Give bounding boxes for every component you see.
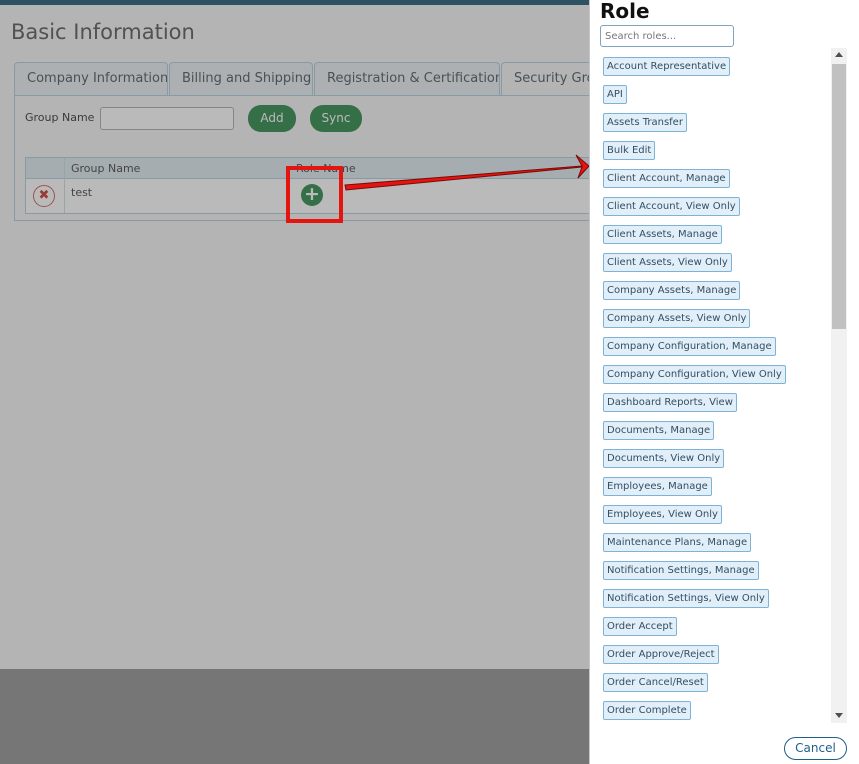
- role-option-documents-manage[interactable]: Documents, Manage: [603, 421, 715, 440]
- list-item: Order Complete: [603, 698, 833, 726]
- list-item: Account Representative: [603, 54, 833, 82]
- role-option-notification-settings-manage[interactable]: Notification Settings, Manage: [603, 561, 759, 580]
- role-option-order-complete[interactable]: Order Complete: [603, 701, 691, 720]
- list-item: Client Assets, View Only: [603, 250, 833, 278]
- list-item: Maintenance Plans, Manage: [603, 530, 833, 558]
- list-item: Order Accept: [603, 614, 833, 642]
- list-item: API: [603, 82, 833, 110]
- list-item: Assets Transfer: [603, 110, 833, 138]
- role-option-assets-transfer[interactable]: Assets Transfer: [603, 113, 687, 132]
- dialog-title: Role: [600, 0, 650, 23]
- role-list-scrollbar[interactable]: [831, 48, 847, 723]
- role-option-client-account-view-only[interactable]: Client Account, View Only: [603, 197, 740, 216]
- list-item: Notification Settings, Manage: [603, 558, 833, 586]
- scroll-up-arrow-icon[interactable]: [835, 52, 843, 57]
- role-option-account-representative[interactable]: Account Representative: [603, 57, 731, 76]
- scrollbar-thumb[interactable]: [832, 64, 846, 329]
- list-item: Company Assets, Manage: [603, 278, 833, 306]
- list-item: Notification Settings, View Only: [603, 586, 833, 614]
- list-item: Dashboard Reports, View: [603, 390, 833, 418]
- role-option-dashboard-reports-view[interactable]: Dashboard Reports, View: [603, 393, 737, 412]
- list-item: Documents, Manage: [603, 418, 833, 446]
- role-option-order-cancel-reset[interactable]: Order Cancel/Reset: [603, 673, 708, 692]
- list-item: Client Account, Manage: [603, 166, 833, 194]
- list-item: Order Cancel/Reset: [603, 670, 833, 698]
- role-option-client-assets-view-only[interactable]: Client Assets, View Only: [603, 253, 732, 272]
- role-option-employees-view-only[interactable]: Employees, View Only: [603, 505, 722, 524]
- role-option-notification-settings-view-only[interactable]: Notification Settings, View Only: [603, 589, 769, 608]
- list-item: Order Approve/Reject: [603, 642, 833, 670]
- list-item: Company Configuration, View Only: [603, 362, 833, 390]
- role-option-company-configuration-manage[interactable]: Company Configuration, Manage: [603, 337, 776, 356]
- role-option-company-assets-view-only[interactable]: Company Assets, View Only: [603, 309, 751, 328]
- role-option-bulk-edit[interactable]: Bulk Edit: [603, 141, 656, 160]
- role-option-client-assets-manage[interactable]: Client Assets, Manage: [603, 225, 722, 244]
- list-item: Documents, View Only: [603, 446, 833, 474]
- list-item: Bulk Edit: [603, 138, 833, 166]
- role-option-client-account-manage[interactable]: Client Account, Manage: [603, 169, 730, 188]
- list-item: Client Account, View Only: [603, 194, 833, 222]
- list-item: Client Assets, Manage: [603, 222, 833, 250]
- role-list: Account Representative API Assets Transf…: [603, 54, 833, 726]
- role-option-employees-manage[interactable]: Employees, Manage: [603, 477, 712, 496]
- list-item: Employees, View Only: [603, 502, 833, 530]
- role-dialog: Role Account Representative API Assets T…: [589, 0, 859, 764]
- list-item: Company Configuration, Manage: [603, 334, 833, 362]
- list-item: Employees, Manage: [603, 474, 833, 502]
- role-option-maintenance-plans-manage[interactable]: Maintenance Plans, Manage: [603, 533, 752, 552]
- scroll-down-arrow-icon[interactable]: [835, 713, 843, 718]
- role-option-company-configuration-view-only[interactable]: Company Configuration, View Only: [603, 365, 786, 384]
- role-option-company-assets-manage[interactable]: Company Assets, Manage: [603, 281, 741, 300]
- role-search-input[interactable]: [600, 25, 734, 47]
- role-option-api[interactable]: API: [603, 85, 627, 104]
- modal-overlay: [0, 0, 589, 764]
- list-item: Company Assets, View Only: [603, 306, 833, 334]
- role-option-documents-view-only[interactable]: Documents, View Only: [603, 449, 725, 468]
- role-option-order-approve-reject[interactable]: Order Approve/Reject: [603, 645, 719, 664]
- cancel-button[interactable]: Cancel: [784, 737, 847, 760]
- annotation-arrow: [344, 154, 590, 191]
- annotation-highlight-box: [286, 166, 343, 223]
- role-option-order-accept[interactable]: Order Accept: [603, 617, 677, 636]
